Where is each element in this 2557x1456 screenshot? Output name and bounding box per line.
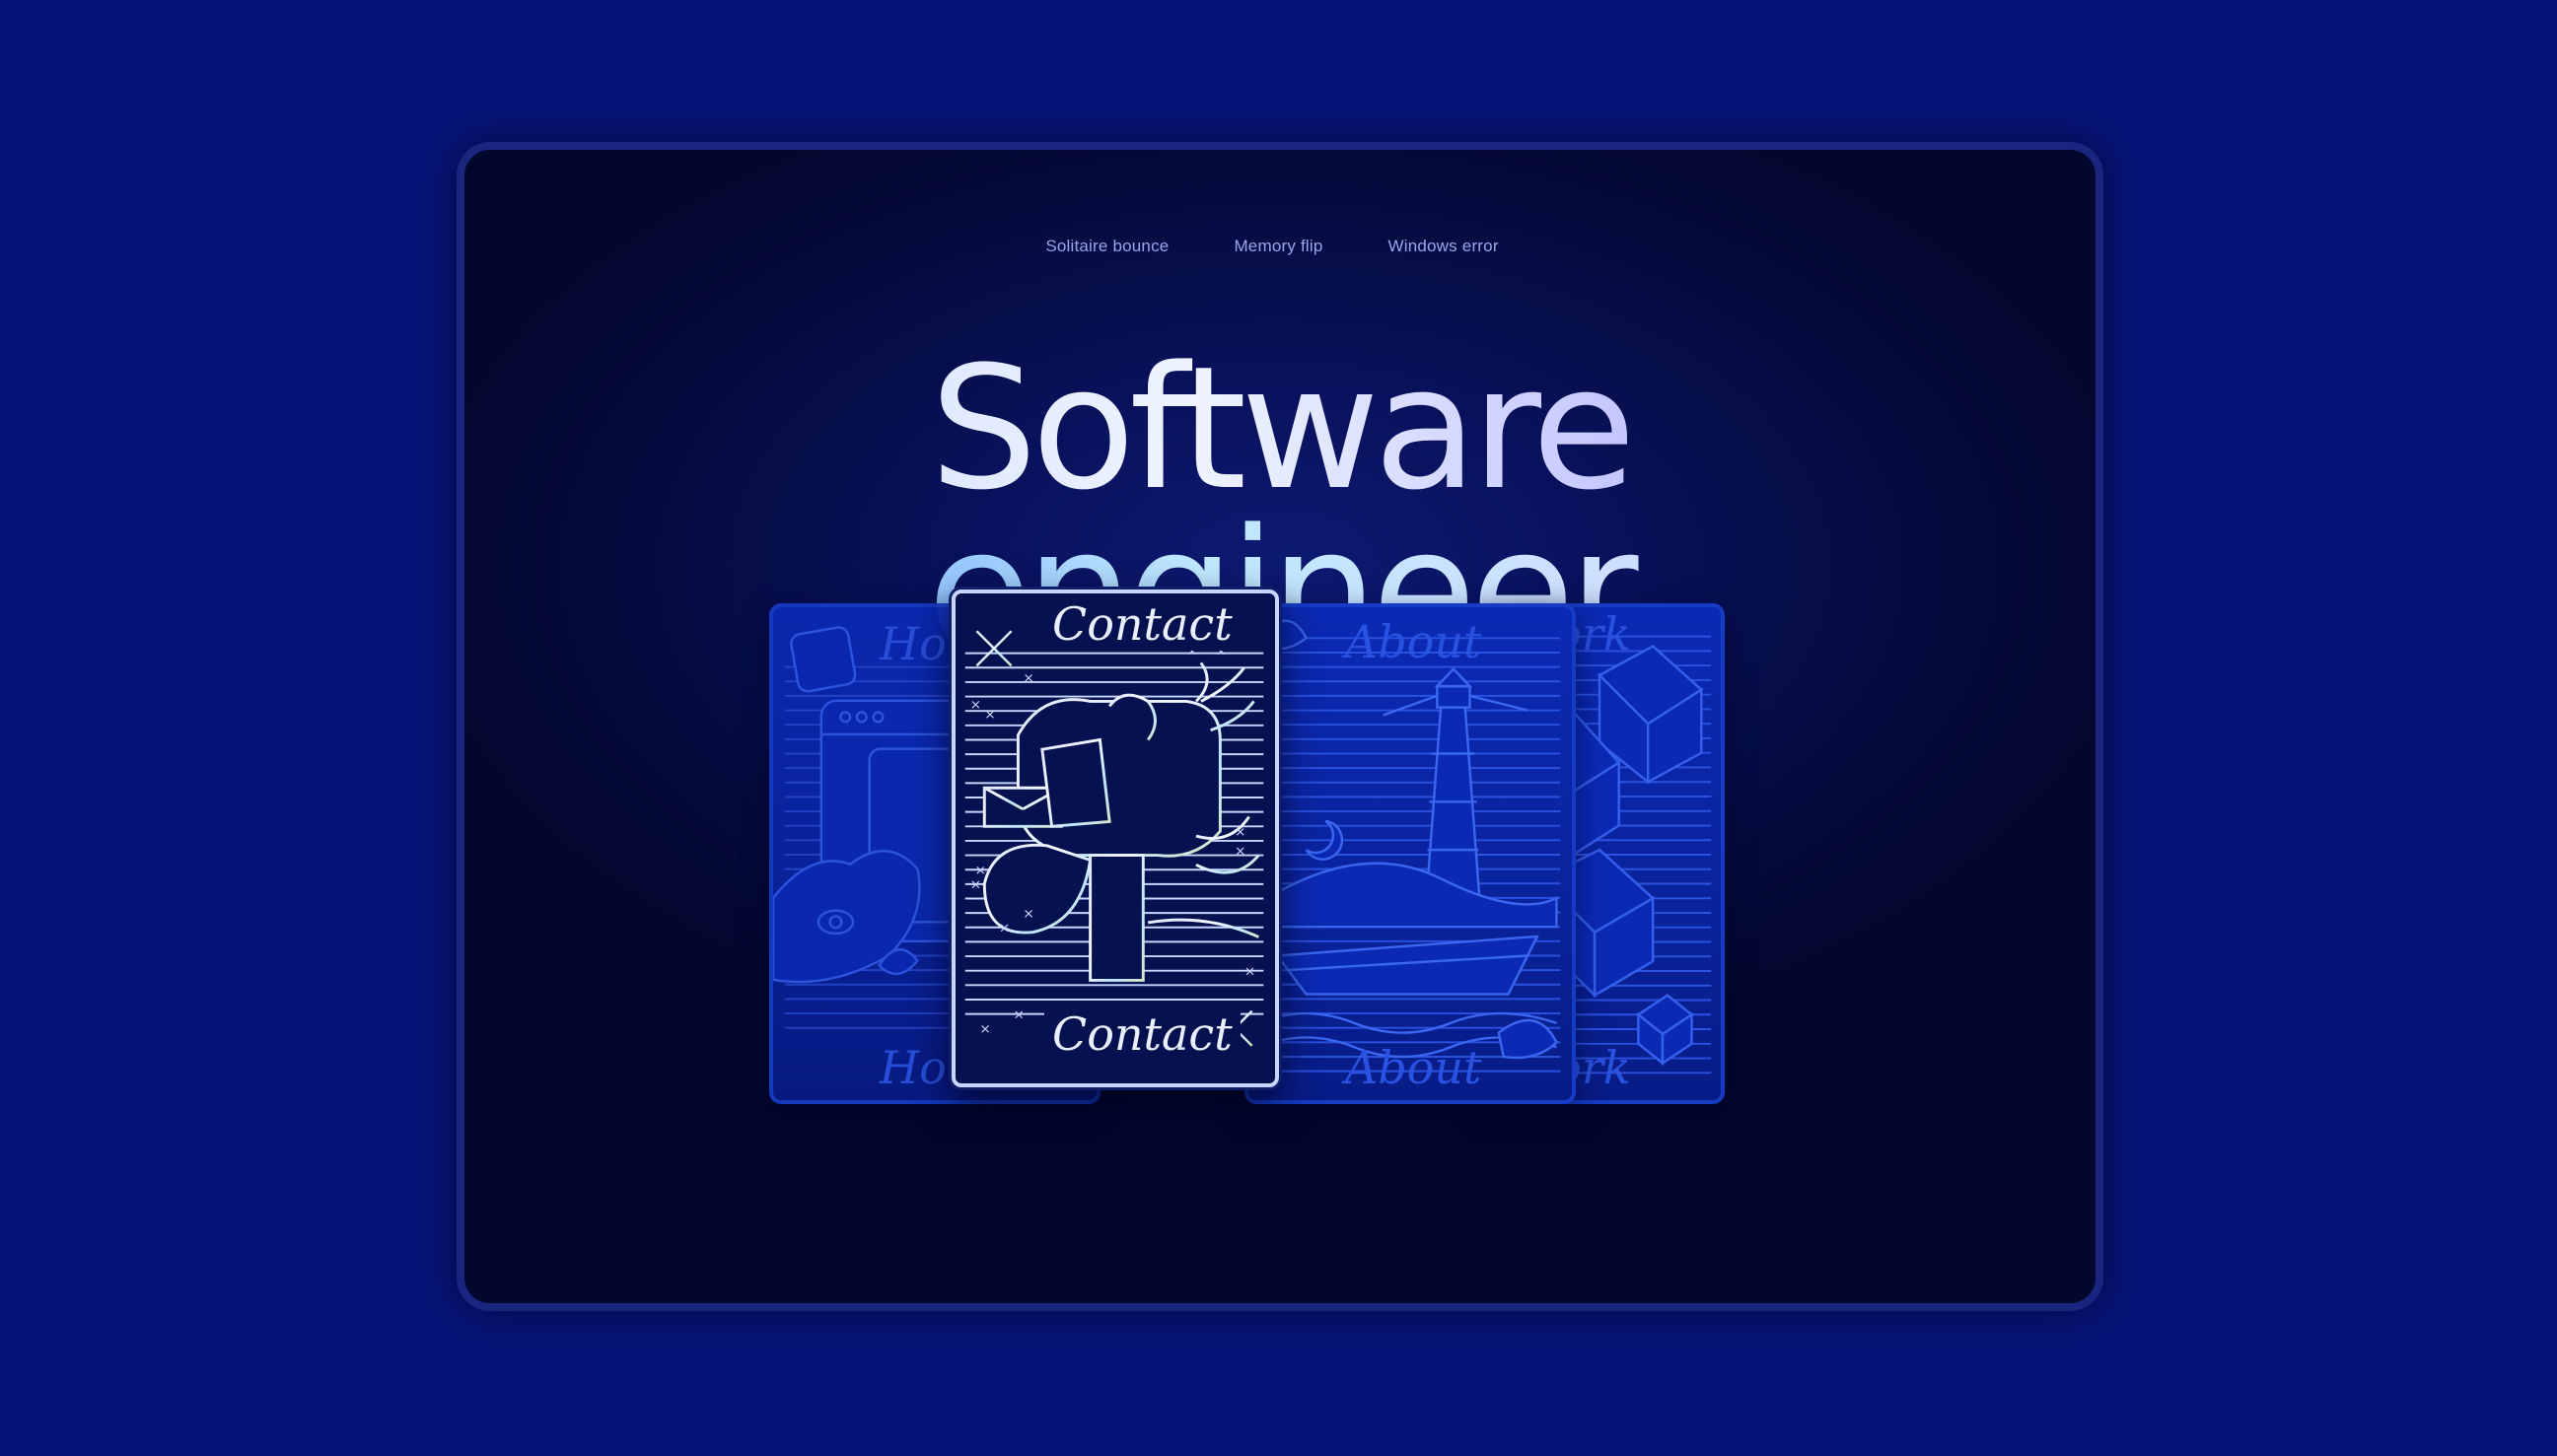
svg-text:×: ×: [1023, 670, 1033, 686]
hill-shape: [1266, 862, 1558, 929]
svg-text:×: ×: [1014, 1006, 1025, 1022]
card-fan: Work Work: [464, 150, 2095, 1303]
svg-text:×: ×: [984, 707, 995, 723]
about-card-art: [1257, 619, 1561, 1073]
svg-text:×: ×: [1235, 844, 1245, 860]
svg-text:×: ×: [1244, 964, 1255, 980]
snowflake-icon: [969, 624, 1019, 673]
svg-text:×: ×: [1235, 824, 1245, 840]
keyboard-key-icon: [790, 626, 857, 693]
browser-frame: Solitaire bounce Memory flip Windows err…: [457, 142, 2103, 1311]
boat-icon: [1274, 935, 1539, 996]
contact-card-label-top: Contact: [1044, 597, 1241, 651]
svg-text:×: ×: [970, 877, 981, 893]
card-about[interactable]: About About: [1244, 603, 1576, 1104]
svg-text:×: ×: [999, 921, 1010, 936]
svg-text:×: ×: [1023, 906, 1033, 922]
shell-icon: [1497, 1018, 1558, 1060]
svg-text:×: ×: [979, 1021, 990, 1037]
card-contact[interactable]: ××× ××× ××× ××× ××× Contact Contact: [952, 589, 1279, 1087]
svg-text:×: ×: [975, 863, 986, 878]
contact-card-label-bottom: Contact: [1044, 1007, 1241, 1061]
svg-text:×: ×: [970, 697, 981, 713]
about-card-label-bottom: About: [1345, 1041, 1482, 1094]
about-card-label-top: About: [1345, 615, 1482, 668]
